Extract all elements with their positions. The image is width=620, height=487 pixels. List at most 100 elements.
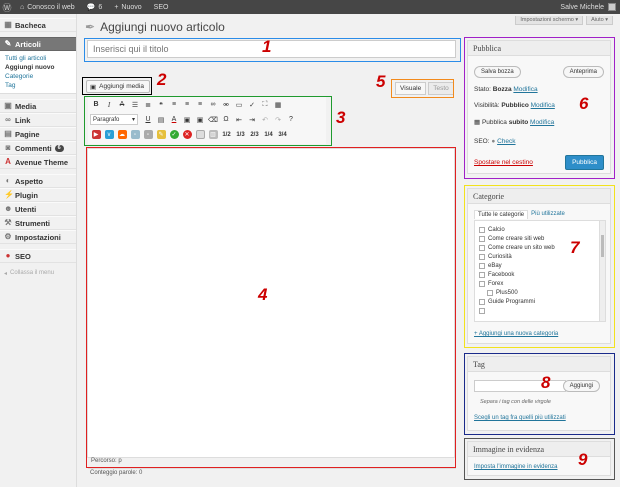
submenu-tags[interactable]: Tag (5, 81, 76, 90)
category-checkbox[interactable] (487, 289, 493, 296)
box-icon[interactable] (195, 130, 205, 139)
sidebar-item-strumenti[interactable]: ⚒ Strumenti (0, 216, 76, 230)
image-icon[interactable]: ▫ (130, 130, 140, 139)
outdent-icon[interactable]: ⇤ (233, 114, 245, 125)
soundcloud-icon[interactable]: ☁ (117, 130, 127, 139)
column-half-button[interactable]: 1/2 (220, 129, 233, 140)
add-tag-button[interactable]: Aggiungi (562, 380, 600, 392)
add-media-button[interactable]: ▣ Aggiungi media (86, 80, 150, 93)
vimeo-icon[interactable]: v (104, 130, 114, 139)
underline-icon[interactable]: U (142, 114, 154, 125)
seo-check-link[interactable]: Check (497, 138, 515, 145)
sidebar-item-link[interactable]: ∞ Link (0, 113, 76, 127)
gallery-icon[interactable]: ▫ (143, 130, 153, 139)
justify-icon[interactable]: ▤ (155, 114, 167, 125)
align-right-icon[interactable]: ≡ (194, 99, 206, 110)
tag-input[interactable] (474, 380, 566, 392)
align-center-icon[interactable]: ≡ (181, 99, 193, 110)
sidebar-item-aspetto[interactable]: ◐ Aspetto (0, 174, 76, 188)
sidebar-item-seo[interactable]: ● SEO (0, 249, 76, 263)
category-checkbox[interactable] (479, 262, 485, 269)
tab-popular-categories[interactable]: Più utilizzate (528, 210, 568, 219)
insert-link-icon[interactable]: ∞ (207, 99, 219, 110)
submenu-add-new[interactable]: Aggiungi nuovo (5, 63, 76, 72)
list-item[interactable]: Come creare un sito web (479, 243, 605, 252)
account-menu[interactable]: Salve Michele (560, 3, 620, 11)
paste-text-icon[interactable]: ▣ (181, 114, 193, 125)
text-color-icon[interactable]: A (168, 114, 180, 125)
comments-link[interactable]: 💬 6 (81, 3, 109, 12)
post-title-input[interactable] (87, 40, 456, 58)
set-featured-image-link[interactable]: Imposta l'immagine in evidenza (474, 464, 558, 470)
strikethrough-icon[interactable]: A (116, 99, 128, 110)
category-checkbox[interactable] (479, 253, 485, 260)
category-checkbox[interactable] (479, 235, 485, 242)
sidebar-item-media[interactable]: ▣ Media (0, 99, 76, 113)
category-checkbox[interactable] (479, 298, 485, 305)
list-item[interactable]: eBay (479, 261, 605, 270)
preview-button[interactable]: Anteprima (562, 66, 604, 78)
sidebar-item-commenti[interactable]: ◙ Commenti 6 (0, 141, 76, 155)
sidebar-item-articoli[interactable]: ✎ Articoli (0, 37, 76, 51)
sidebar-item-avenue-theme[interactable]: A Avenue Theme (0, 155, 76, 169)
sidebar-item-bacheca[interactable]: ▦ Bacheca (0, 18, 76, 32)
wordpress-logo-icon[interactable]: Ⓦ (0, 0, 14, 14)
seo-menu-link[interactable]: SEO (148, 4, 175, 11)
list-item[interactable]: Calcio (479, 225, 605, 234)
undo-icon[interactable]: ↶ (259, 114, 271, 125)
sidebar-item-plugin[interactable]: ⚡ Plugin (0, 188, 76, 202)
tab-visual[interactable]: Visuale (395, 82, 427, 95)
screen-options-button[interactable]: Impostazioni schermo ▾ (515, 16, 584, 25)
special-char-icon[interactable]: Ω (220, 114, 232, 125)
read-more-icon[interactable]: ▭ (233, 99, 245, 110)
list-item[interactable]: Guide Programmi (479, 297, 605, 306)
blockquote-icon[interactable]: ❝ (155, 99, 167, 110)
sidebar-item-pagine[interactable]: ▤ Pagine (0, 127, 76, 141)
list-item[interactable]: Curiosità (479, 252, 605, 261)
numbered-list-icon[interactable]: ≣ (142, 99, 154, 110)
edit-status-link[interactable]: Modifica (513, 86, 537, 93)
collapse-menu-button[interactable]: ◂ Collassa il menu (0, 267, 76, 279)
column-third-button[interactable]: 1/3 (234, 129, 247, 140)
bold-icon[interactable]: B (90, 99, 102, 110)
tab-all-categories[interactable]: Tutte le categorie (474, 210, 529, 219)
category-scrollbar[interactable] (599, 221, 605, 321)
help-icon[interactable]: ? (285, 114, 297, 125)
spellcheck-icon[interactable]: ✓ (246, 99, 258, 110)
trash-link[interactable]: Spostare nel cestino (474, 159, 533, 166)
unlink-icon[interactable]: ⚮ (220, 99, 232, 110)
clear-formatting-icon[interactable]: ⌫ (207, 114, 219, 125)
column-quarter-button[interactable]: 1/4 (262, 129, 275, 140)
column-three-quarters-button[interactable]: 3/4 (276, 129, 289, 140)
kitchen-sink-icon[interactable]: ▦ (272, 99, 284, 110)
check-icon[interactable]: ✓ (169, 130, 179, 139)
youtube-icon[interactable]: ▶ (91, 130, 101, 139)
column-two-thirds-button[interactable]: 2/3 (248, 129, 261, 140)
indent-icon[interactable]: ⇥ (246, 114, 258, 125)
list-item[interactable]: Forex (479, 279, 605, 288)
edit-schedule-link[interactable]: Modifica (530, 119, 554, 126)
paste-word-icon[interactable]: ▣ (194, 114, 206, 125)
help-button[interactable]: Aiuto ▾ (586, 16, 613, 25)
choose-tags-link[interactable]: Scegli un tag fra quelli più utilizzati (474, 415, 566, 421)
tab-text[interactable]: Testo (428, 82, 454, 95)
category-checkbox[interactable] (479, 244, 485, 251)
list-item[interactable]: Facebook (479, 270, 605, 279)
add-category-link[interactable]: + Aggiungi una nuova categoria (474, 331, 558, 337)
post-content-editor[interactable] (87, 148, 455, 458)
close-icon[interactable]: ✕ (182, 130, 192, 139)
category-checkbox[interactable] (479, 271, 485, 278)
redo-icon[interactable]: ↷ (272, 114, 284, 125)
format-select[interactable]: Paragrafo ▾ (90, 114, 138, 125)
sidebar-item-impostazioni[interactable]: ⚙ Impostazioni (0, 230, 76, 244)
column-icon[interactable]: ▥ (208, 130, 218, 139)
submenu-all-posts[interactable]: Tutti gli articoli (5, 54, 76, 63)
list-item[interactable] (479, 306, 605, 315)
site-name-link[interactable]: ⌂ Conosco il web (14, 4, 81, 11)
category-checkbox[interactable] (479, 280, 485, 287)
list-item[interactable]: Plus500 (479, 288, 605, 297)
category-checkbox[interactable] (479, 307, 485, 314)
bullet-list-icon[interactable]: ☰ (129, 99, 141, 110)
edit-visibility-link[interactable]: Modifica (531, 102, 555, 109)
italic-icon[interactable]: I (103, 99, 115, 110)
